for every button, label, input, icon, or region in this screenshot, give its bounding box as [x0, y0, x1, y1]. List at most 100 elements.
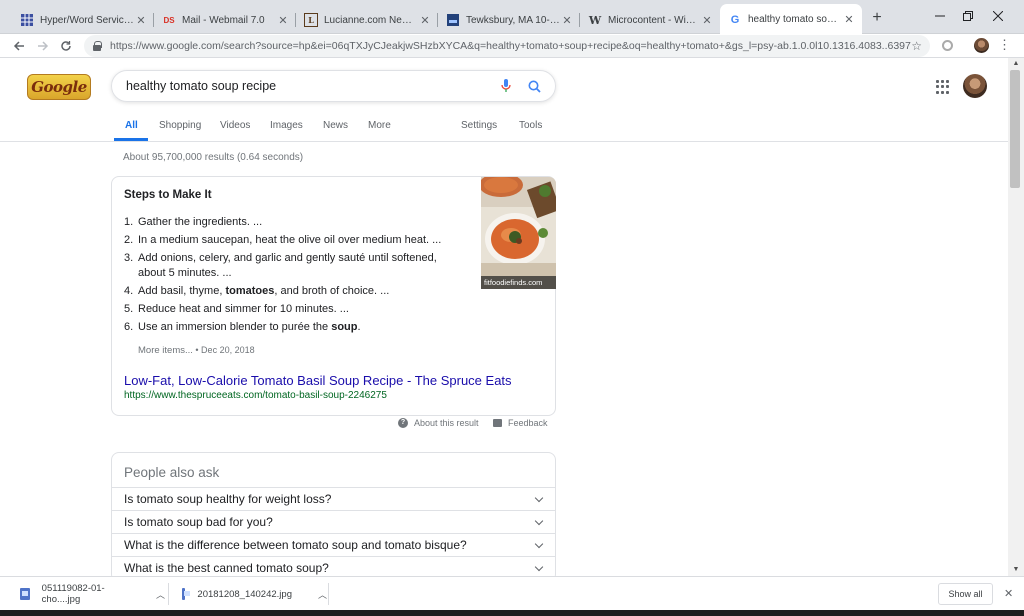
chevron-up-icon[interactable]: ︿: [156, 588, 165, 601]
tab-title: Hyper/Word Services | Exp: [40, 14, 134, 26]
snippet-url: https://www.thespruceeats.com/tomato-bas…: [124, 390, 387, 401]
chevron-down-icon: [535, 518, 543, 526]
tab-images[interactable]: Images: [270, 120, 303, 131]
close-icon[interactable]: ✕: [276, 14, 290, 27]
address-bar[interactable]: https://www.google.com/search?source=hp&…: [84, 35, 930, 57]
paa-question[interactable]: What is the best canned tomato soup?: [112, 556, 555, 576]
tab-all[interactable]: All: [125, 120, 138, 131]
profile-avatar[interactable]: [974, 38, 989, 53]
tab-shopping[interactable]: Shopping: [159, 120, 201, 131]
close-icon[interactable]: ✕: [418, 14, 432, 27]
close-icon[interactable]: ✕: [134, 14, 148, 27]
ds-logo-icon: DS: [163, 15, 175, 25]
scroll-down-arrow[interactable]: ▼: [1008, 564, 1024, 576]
list-item: 6. Use an immersion blender to purée the …: [124, 321, 361, 333]
tab-wikipedia[interactable]: W Microcontent - Wikipedia ✕: [580, 6, 720, 34]
apps-grid-icon[interactable]: [936, 80, 950, 94]
lock-icon: [92, 41, 102, 51]
grid-icon: [20, 13, 34, 27]
account-avatar[interactable]: [963, 74, 987, 98]
close-icon[interactable]: ✕: [700, 14, 714, 27]
minimize-button[interactable]: [926, 6, 954, 26]
paa-question[interactable]: Is tomato soup bad for you?: [112, 510, 555, 533]
tab-more[interactable]: More: [368, 120, 391, 131]
paa-question[interactable]: What is the difference between tomato so…: [112, 533, 555, 556]
list-item: 4. Add basil, thyme, tomatoes, and broth …: [124, 285, 390, 297]
more-items: More items... • Dec 20, 2018: [138, 345, 255, 356]
tab-title: Tewksbury, MA 10-Day W: [466, 14, 560, 26]
tab-lucianne[interactable]: L Lucianne.com News Forum ✕: [296, 6, 438, 34]
chevron-up-icon[interactable]: ︿: [318, 588, 327, 601]
download-item[interactable]: 20181208_140242.jpg ︿: [182, 577, 327, 611]
about-this-result[interactable]: ? About this result: [398, 418, 479, 428]
microphone-icon[interactable]: [495, 75, 517, 97]
tab-weather[interactable]: Tewksbury, MA 10-Day W ✕: [438, 6, 580, 34]
list-item: 3. Add onions, celery, and garlic and gen…: [124, 252, 437, 279]
google-results-page: Google All Shopping Videos Images News M…: [0, 58, 1008, 576]
reload-button[interactable]: [57, 37, 75, 55]
search-tabs: All Shopping Videos Images News More Set…: [0, 114, 1008, 142]
close-icon[interactable]: ✕: [560, 14, 574, 27]
search-header: Google All Shopping Videos Images News M…: [0, 58, 1008, 142]
more-items-link[interactable]: More items...: [138, 345, 193, 356]
tab-settings[interactable]: Settings: [461, 120, 497, 131]
tab-tools[interactable]: Tools: [519, 120, 542, 131]
restore-button[interactable]: [954, 6, 982, 26]
close-icon[interactable]: ✕: [1004, 587, 1013, 600]
google-doodle-logo[interactable]: Google: [27, 74, 91, 100]
download-filename: 20181208_140242.jpg: [197, 588, 292, 600]
divider: [328, 583, 329, 605]
downloads-bar: 051119082-01-cho....jpg ︿ 20181208_14024…: [0, 576, 1024, 610]
extension-icon[interactable]: [942, 40, 953, 51]
search-input[interactable]: [126, 79, 495, 93]
taskbar-edge: [0, 610, 1024, 616]
search-icon[interactable]: [523, 75, 545, 97]
scroll-up-arrow[interactable]: ▲: [1008, 58, 1024, 70]
back-button[interactable]: [10, 37, 28, 55]
paa-question[interactable]: Is tomato soup healthy for weight loss?: [112, 487, 555, 510]
tab-hyperword[interactable]: Hyper/Word Services | Exp ✕: [12, 6, 154, 34]
feedback-link[interactable]: Feedback: [493, 418, 548, 428]
list-item: 1. Gather the ingredients. ...: [124, 216, 263, 228]
tab-news[interactable]: News: [323, 120, 348, 131]
snippet-result-link[interactable]: Low-Fat, Low-Calorie Tomato Basil Soup R…: [124, 373, 512, 388]
soup-photo: [481, 177, 556, 289]
scrollbar-thumb[interactable]: [1010, 70, 1020, 188]
featured-snippet: Steps to Make It 1. Gather the ingredient…: [111, 176, 556, 416]
image-file-icon: [20, 588, 30, 600]
chevron-down-icon: [535, 564, 543, 572]
snippet-date: • Dec 20, 2018: [192, 345, 255, 355]
list-item: 5. Reduce heat and simmer for 10 minutes.…: [124, 303, 349, 315]
show-all-button[interactable]: Show all: [938, 583, 993, 605]
weather-icon: [446, 13, 460, 27]
tab-title: Mail - Webmail 7.0: [182, 14, 265, 26]
tab-title: Microcontent - Wikipedia: [608, 14, 700, 26]
soup-thumbnail-image[interactable]: fitfoodiefinds.com: [481, 177, 556, 289]
close-icon[interactable]: ✕: [842, 13, 856, 26]
download-filename: 051119082-01-cho....jpg: [41, 583, 105, 605]
browser-toolbar: https://www.google.com/search?source=hp&…: [0, 34, 1024, 58]
result-stats: About 95,700,000 results (0.64 seconds): [123, 152, 304, 163]
bookmark-star-icon[interactable]: ☆: [911, 39, 922, 53]
search-box[interactable]: [111, 70, 556, 102]
image-source-caption: fitfoodiefinds.com: [481, 276, 556, 289]
help-icon: ?: [398, 418, 408, 428]
url-text[interactable]: https://www.google.com/search?source=hp&…: [110, 40, 911, 52]
lucianne-logo-icon: L: [304, 13, 318, 27]
paa-heading: People also ask: [124, 465, 220, 480]
tab-google-active[interactable]: G healthy tomato soup recip ✕: [720, 4, 862, 35]
tab-title: Lucianne.com News Forum: [324, 14, 418, 26]
new-tab-button[interactable]: +: [868, 9, 886, 27]
tab-webmail[interactable]: DS Mail - Webmail 7.0 ✕: [154, 6, 296, 34]
divider: [168, 583, 169, 605]
download-item[interactable]: 051119082-01-cho....jpg ︿: [20, 577, 165, 611]
tab-videos[interactable]: Videos: [220, 120, 250, 131]
people-also-ask: People also ask Is tomato soup healthy f…: [111, 452, 556, 576]
forward-button[interactable]: [34, 37, 52, 55]
list-item: 2. In a medium saucepan, heat the olive o…: [124, 234, 442, 246]
menu-kebab-icon[interactable]: ⋮: [998, 38, 1011, 54]
close-window-button[interactable]: [984, 6, 1012, 26]
browser-window: Hyper/Word Services | Exp ✕ DS Mail - We…: [0, 0, 1024, 616]
active-tab-underline: [114, 138, 148, 141]
wikipedia-logo-icon: W: [588, 13, 602, 27]
